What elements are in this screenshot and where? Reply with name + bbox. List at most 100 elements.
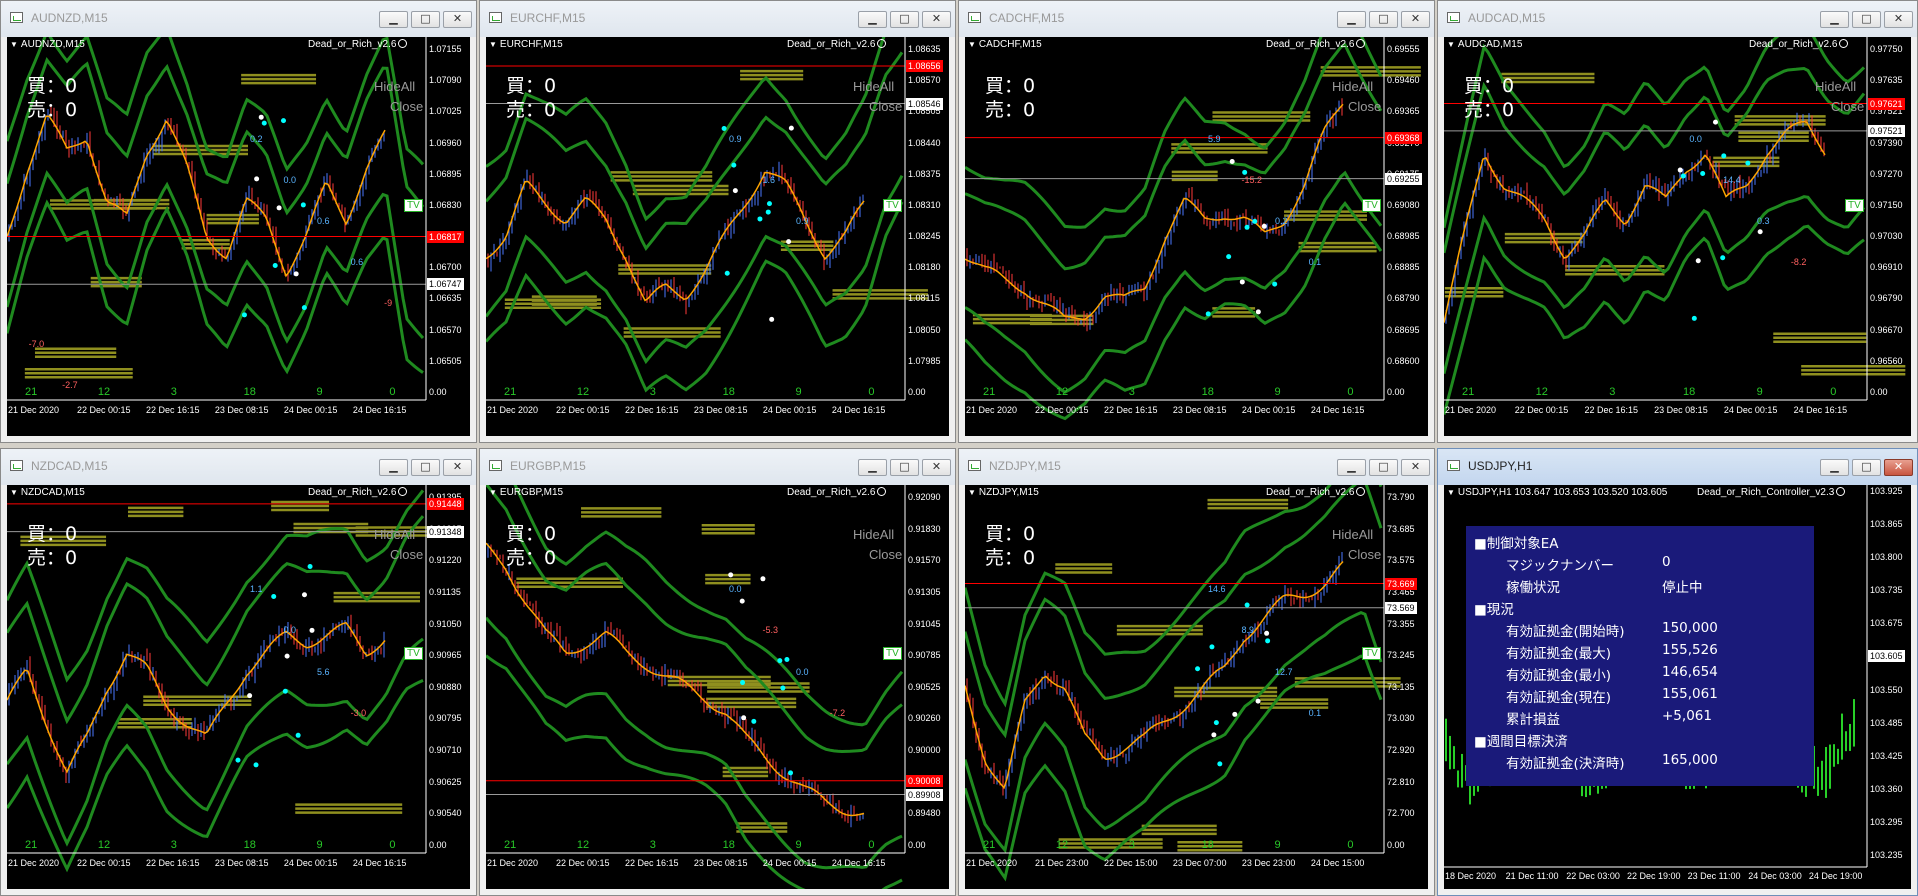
chart-window[interactable]: NZDJPY,M15 ▁ □ ✕ ▼ NZDJPY,M15 Dead_or_Rich…: [958, 448, 1435, 896]
minimize-button[interactable]: ▁: [1820, 11, 1849, 28]
date-label: 23 Dec 11:00: [1687, 871, 1741, 881]
close-button[interactable]: ✕: [1401, 11, 1430, 28]
hour-label: 0: [1830, 386, 1837, 398]
minimize-button[interactable]: ▁: [1820, 459, 1849, 476]
price-tick-label: 0.97030: [1870, 231, 1903, 242]
maximize-button[interactable]: □: [1369, 11, 1398, 28]
dropdown-triangle-icon[interactable]: ▼: [1447, 488, 1455, 497]
close-all-button[interactable]: Close: [869, 99, 902, 114]
window-titlebar[interactable]: AUDNZD,M15 ▁ □ ✕: [1, 1, 476, 37]
chart-area[interactable]: ▼ NZDJPY,M15 Dead_or_Rich_v2.6 買：0 売：0 HideAl…: [965, 485, 1428, 889]
price-tick-label: 0.96560: [1870, 355, 1903, 366]
close-button[interactable]: ✕: [922, 11, 951, 28]
tv-button[interactable]: TV: [1362, 199, 1381, 212]
dropdown-triangle-icon[interactable]: ▼: [489, 488, 497, 497]
hideall-button[interactable]: HideAll: [1332, 79, 1373, 94]
close-button[interactable]: ✕: [443, 459, 472, 476]
close-button[interactable]: ✕: [922, 459, 951, 476]
dropdown-triangle-icon[interactable]: ▼: [1447, 40, 1455, 49]
maximize-button[interactable]: □: [1852, 459, 1881, 476]
minimize-button[interactable]: ▁: [858, 459, 887, 476]
hideall-button[interactable]: HideAll: [374, 79, 415, 94]
minimize-button[interactable]: ▁: [1337, 11, 1366, 28]
chart-area[interactable]: ▼ NZDCAD,M15 Dead_or_Rich_v2.6 買：0 売：0 HideAl…: [7, 485, 470, 889]
hideall-button[interactable]: HideAll: [1815, 79, 1856, 94]
hour-label: 0: [1347, 386, 1354, 398]
close-button[interactable]: ✕: [1884, 11, 1913, 28]
maximize-button[interactable]: □: [890, 11, 919, 28]
hideall-button[interactable]: HideAll: [1332, 527, 1373, 542]
chart-window[interactable]: AUDCAD,M15 ▁ □ ✕ ▼ AUDCAD,M15 Dead_or_Rich…: [1437, 0, 1918, 443]
tv-button[interactable]: TV: [883, 647, 902, 660]
price-tick-label: 73.030: [1387, 713, 1415, 724]
chart-window[interactable]: EURGBP,M15 ▁ □ ✕ ▼ EURGBP,M15 Dead_or_Rich…: [479, 448, 956, 896]
close-button[interactable]: ✕: [1401, 459, 1430, 476]
bollinger-band: [965, 37, 1383, 229]
price-tick-label: 0.91135: [429, 586, 461, 597]
maximize-button[interactable]: □: [1852, 11, 1881, 28]
dropdown-triangle-icon[interactable]: ▼: [489, 40, 497, 49]
maximize-button[interactable]: □: [411, 459, 440, 476]
close-all-button[interactable]: Close: [1831, 99, 1864, 114]
tv-button[interactable]: TV: [404, 647, 423, 660]
window-titlebar[interactable]: CADCHF,M15 ▁ □ ✕: [959, 1, 1434, 37]
chart-area[interactable]: ▼ AUDNZD,M15 Dead_or_Rich_v2.6 買：0 売：0 HideAl…: [7, 37, 470, 436]
trade-value-label: 0.0: [729, 583, 742, 594]
trade-marker: [780, 685, 786, 691]
window-titlebar[interactable]: NZDCAD,M15 ▁ □ ✕: [1, 449, 476, 485]
close-button[interactable]: ✕: [1884, 459, 1913, 476]
dropdown-triangle-icon[interactable]: ▼: [968, 488, 976, 497]
minimize-button[interactable]: ▁: [379, 11, 408, 28]
price-tick-label: 1.08635: [908, 44, 941, 54]
window-title: NZDCAD,M15: [31, 459, 108, 473]
chart-area[interactable]: ■制御対象EA マジックナンバー 0 稼働状況 停止中 ■現況 有効証拠金(開始…: [1444, 485, 1911, 889]
chart-window[interactable]: EURCHF,M15 ▁ □ ✕ ▼ EURCHF,M15 Dead_or_Rich…: [479, 0, 956, 443]
close-all-button[interactable]: Close: [869, 547, 902, 562]
chart-area[interactable]: ▼ CADCHF,M15 Dead_or_Rich_v2.6 買：0 売：0 HideAl…: [965, 37, 1428, 436]
close-all-button[interactable]: Close: [390, 99, 423, 114]
price-tick-label: 0.68885: [1387, 262, 1420, 273]
chart-window[interactable]: NZDCAD,M15 ▁ □ ✕ ▼ NZDCAD,M15 Dead_or_Rich…: [0, 448, 477, 896]
window-titlebar[interactable]: AUDCAD,M15 ▁ □ ✕: [1438, 1, 1917, 37]
maximize-button[interactable]: □: [890, 459, 919, 476]
close-all-button[interactable]: Close: [1348, 547, 1381, 562]
hour-label: 3: [649, 386, 656, 398]
chart-area[interactable]: ▼ EURCHF,M15 Dead_or_Rich_v2.6 買：0 売：0 HideAl…: [486, 37, 949, 436]
minimize-button[interactable]: ▁: [379, 459, 408, 476]
controller-window[interactable]: USDJPY,H1 ▁ □ ✕ ■制御対象EA マジックナンバー 0 稼働状況 …: [1437, 448, 1918, 896]
tv-button[interactable]: TV: [883, 199, 902, 212]
hour-label: 3: [1128, 386, 1135, 398]
hour-label: 18: [722, 839, 735, 851]
trade-marker: [777, 658, 783, 664]
chart-area[interactable]: ▼ AUDCAD,M15 Dead_or_Rich_v2.6 買：0 売：0 HideAl…: [1444, 37, 1911, 436]
tv-button[interactable]: TV: [1845, 199, 1864, 212]
trade-marker: [786, 239, 792, 245]
chart-window[interactable]: CADCHF,M15 ▁ □ ✕ ▼ CADCHF,M15 Dead_or_Rich…: [958, 0, 1435, 443]
maximize-button[interactable]: □: [1369, 459, 1398, 476]
close-all-button[interactable]: Close: [390, 547, 423, 562]
window-titlebar[interactable]: USDJPY,H1 ▁ □ ✕: [1438, 449, 1917, 485]
hideall-button[interactable]: HideAll: [853, 527, 894, 542]
minimize-button[interactable]: ▁: [1337, 459, 1366, 476]
close-button[interactable]: ✕: [443, 11, 472, 28]
chart-area[interactable]: ▼ EURGBP,M15 Dead_or_Rich_v2.6 買：0 売：0 HideAl…: [486, 485, 949, 889]
dropdown-triangle-icon[interactable]: ▼: [10, 40, 18, 49]
maximize-button[interactable]: □: [411, 11, 440, 28]
hideall-button[interactable]: HideAll: [853, 79, 894, 94]
close-all-button[interactable]: Close: [1348, 99, 1381, 114]
chart-window[interactable]: AUDNZD,M15 ▁ □ ✕ ▼ AUDNZD,M15 Dead_or_Rich…: [0, 0, 477, 443]
minimize-button[interactable]: ▁: [858, 11, 887, 28]
date-label: 22 Dec 16:15: [145, 858, 200, 868]
tv-button[interactable]: TV: [1362, 647, 1381, 660]
dropdown-triangle-icon[interactable]: ▼: [10, 488, 18, 497]
hideall-button[interactable]: HideAll: [374, 527, 415, 542]
window-titlebar[interactable]: EURCHF,M15 ▁ □ ✕: [480, 1, 955, 37]
trade-value-label: 14.4: [1723, 175, 1741, 186]
hour-label: 18: [1201, 386, 1214, 398]
tv-button[interactable]: TV: [404, 199, 423, 212]
window-titlebar[interactable]: EURGBP,M15 ▁ □ ✕: [480, 449, 955, 485]
window-titlebar[interactable]: NZDJPY,M15 ▁ □ ✕: [959, 449, 1434, 485]
trade-marker: [757, 216, 763, 222]
dropdown-triangle-icon[interactable]: ▼: [968, 40, 976, 49]
trade-marker: [307, 564, 313, 570]
